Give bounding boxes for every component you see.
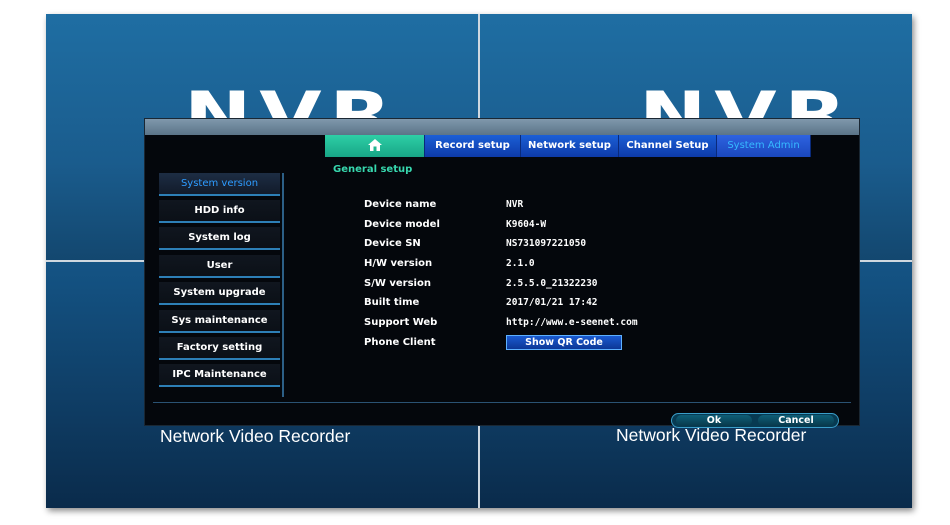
info-label: Support Web bbox=[364, 317, 438, 328]
home-icon bbox=[368, 139, 382, 151]
info-value: 2017/01/21 17:42 bbox=[506, 297, 598, 308]
nvr-label-left: Network Video Recorder bbox=[160, 426, 351, 446]
info-label: Device name bbox=[364, 199, 437, 210]
sidebar-item-factory-setting[interactable]: Factory setting bbox=[159, 337, 280, 360]
footer-divider bbox=[153, 402, 851, 403]
tab-channel-setup[interactable]: Channel Setup bbox=[619, 135, 717, 157]
tab-record-setup[interactable]: Record setup bbox=[425, 135, 521, 157]
camera-screen: NVR NVR Network Video Recorder Network V… bbox=[46, 14, 912, 508]
system-admin-dialog: Record setup Network setup Channel Setup… bbox=[144, 118, 860, 428]
info-label: Phone Client bbox=[364, 337, 436, 348]
sidebar-item-user[interactable]: User bbox=[159, 255, 280, 278]
tab-network-setup[interactable]: Network setup bbox=[521, 135, 619, 157]
info-value: NVR bbox=[506, 199, 524, 210]
info-value: NS731097221050 bbox=[506, 238, 587, 249]
dialog-title-bar bbox=[145, 119, 859, 135]
info-label: H/W version bbox=[364, 258, 433, 269]
sidebar-item-system-log[interactable]: System log bbox=[159, 227, 280, 250]
tab-system-admin[interactable]: System Admin bbox=[717, 135, 811, 157]
section-title: General setup bbox=[333, 164, 413, 175]
info-label: Device SN bbox=[364, 238, 421, 249]
footer-button-bar: Ok Cancel bbox=[671, 413, 839, 428]
ok-button[interactable]: Ok bbox=[676, 415, 752, 426]
sidebar-item-system-upgrade[interactable]: System upgrade bbox=[159, 282, 280, 305]
sidebar: System version HDD info System log User … bbox=[159, 173, 284, 397]
info-value: 2.1.0 bbox=[506, 258, 535, 269]
info-label: S/W version bbox=[364, 278, 431, 289]
info-label: Device model bbox=[364, 219, 440, 230]
tab-home[interactable] bbox=[325, 135, 425, 157]
info-value: 2.5.5.0_21322230 bbox=[506, 278, 598, 289]
top-tabs: Record setup Network setup Channel Setup… bbox=[325, 135, 811, 157]
cancel-button[interactable]: Cancel bbox=[758, 415, 834, 426]
info-value: http://www.e-seenet.com bbox=[506, 317, 638, 328]
sidebar-item-ipc-maintenance[interactable]: IPC Maintenance bbox=[159, 364, 280, 387]
info-value: K9604-W bbox=[506, 219, 547, 230]
sidebar-item-system-version[interactable]: System version bbox=[159, 173, 280, 196]
sidebar-item-hdd-info[interactable]: HDD info bbox=[159, 200, 280, 223]
show-qr-code-button[interactable]: Show QR Code bbox=[506, 335, 622, 350]
nvr-label-right: Network Video Recorder bbox=[616, 425, 807, 445]
sidebar-item-sys-maintenance[interactable]: Sys maintenance bbox=[159, 310, 280, 333]
info-label: Built time bbox=[364, 297, 420, 308]
